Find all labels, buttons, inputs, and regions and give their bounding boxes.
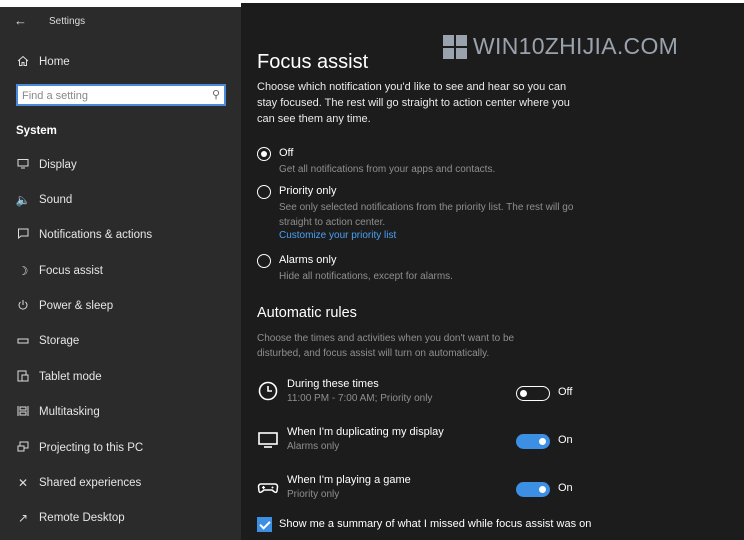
rule-sub: Priority only — [287, 489, 340, 500]
watermark: WIN10ZHIJIA.COM — [443, 33, 678, 60]
page-title: Focus assist — [257, 51, 369, 73]
sidebar-item-label: Projecting to this PC — [39, 442, 144, 454]
playing-game-toggle[interactable] — [516, 482, 550, 497]
toggle-state-label: On — [558, 482, 573, 494]
sidebar-item-label: Home — [39, 56, 70, 68]
option-alarms-description: Hide all notifications, except for alarm… — [279, 271, 453, 282]
toggle-state-label: Off — [558, 386, 573, 398]
customize-priority-link[interactable]: Customize your priority list — [279, 230, 396, 241]
speaker-icon: 🔈 — [15, 193, 31, 207]
search-box: ⚲ — [16, 84, 226, 106]
gamepad-icon — [257, 476, 279, 498]
sidebar-item-storage[interactable]: Storage — [0, 326, 241, 356]
sidebar-item-label: Storage — [39, 335, 80, 347]
storage-icon — [15, 334, 31, 348]
duplicating-display-toggle[interactable] — [516, 434, 550, 449]
sidebar-item-label: Multitasking — [39, 406, 100, 418]
sidebar-item-tablet-mode[interactable]: Tablet mode — [0, 362, 241, 392]
rule-duplicating-display[interactable]: When I'm duplicating my display Alarms o… — [257, 426, 597, 462]
rule-playing-game[interactable]: When I'm playing a game Priority only On — [257, 474, 597, 510]
summary-checkbox[interactable] — [257, 517, 272, 532]
sidebar-item-multitasking[interactable]: Multitasking — [0, 397, 241, 427]
summary-checkbox-label: Show me a summary of what I missed while… — [279, 518, 592, 530]
option-priority-label: Priority only — [279, 185, 337, 197]
window-title: Settings — [49, 16, 86, 27]
sidebar-item-focus-assist[interactable]: ☽ Focus assist — [0, 256, 241, 286]
sidebar-item-label: Display — [39, 159, 77, 171]
sidebar-item-label: Shared experiences — [39, 477, 142, 489]
rule-sub: 11:00 PM - 7:00 AM; Priority only — [287, 393, 433, 404]
tablet-icon — [15, 370, 31, 385]
sidebar: ← Settings Home ⚲ System Display 🔈 Sound… — [0, 7, 241, 540]
automatic-rules-description: Choose the times and activities when you… — [257, 333, 515, 359]
notification-icon — [15, 228, 31, 242]
sidebar-item-label: Sound — [39, 194, 73, 206]
rule-label: When I'm playing a game — [287, 474, 411, 486]
power-icon — [15, 299, 31, 314]
rule-label: During these times — [287, 378, 379, 390]
remote-icon: ↗ — [17, 511, 29, 525]
automatic-rules-title: Automatic rules — [257, 305, 357, 321]
sidebar-item-label: Focus assist — [39, 265, 103, 277]
option-off-description: Get all notifications from your apps and… — [279, 164, 496, 175]
option-alarms-label: Alarms only — [279, 254, 337, 266]
section-label-system: System — [16, 125, 57, 137]
display-icon — [257, 428, 279, 450]
sidebar-item-notifications[interactable]: Notifications & actions — [0, 220, 241, 250]
sidebar-item-label: Tablet mode — [39, 371, 102, 383]
window-top-edge — [0, 0, 744, 7]
sidebar-item-sound[interactable]: 🔈 Sound — [0, 185, 241, 215]
sidebar-item-projecting[interactable]: Projecting to this PC — [0, 433, 241, 463]
sidebar-item-shared-experiences[interactable]: ✕ Shared experiences — [0, 468, 241, 498]
sidebar-item-display[interactable]: Display — [0, 150, 241, 180]
rule-during-times[interactable]: During these times 11:00 PM - 7:00 AM; P… — [257, 378, 597, 414]
toggle-state-label: On — [558, 434, 573, 446]
radio-alarms-only[interactable] — [257, 254, 271, 268]
sidebar-item-label: Notifications & actions — [39, 229, 153, 241]
clock-icon — [257, 380, 279, 402]
radio-off[interactable] — [257, 147, 271, 161]
search-input[interactable] — [18, 87, 202, 105]
shared-icon: ✕ — [17, 476, 29, 490]
moon-icon: ☽ — [17, 264, 29, 278]
rule-sub: Alarms only — [287, 441, 340, 452]
watermark-text: WIN10ZHIJIA.COM — [473, 33, 679, 59]
page-description: Choose which notification you'd like to … — [257, 81, 570, 125]
main-content: WIN10ZHIJIA.COM Focus assist Choose whic… — [241, 7, 744, 540]
windows-logo-icon — [443, 34, 467, 59]
monitor-icon — [15, 158, 31, 172]
title-bar: ← Settings — [0, 7, 241, 37]
sidebar-item-home[interactable]: Home — [0, 47, 241, 77]
sidebar-item-power-sleep[interactable]: Power & sleep — [0, 291, 241, 321]
option-off-label: Off — [279, 147, 294, 159]
projector-icon — [15, 441, 31, 456]
back-arrow-icon[interactable]: ← — [14, 13, 27, 28]
search-icon[interactable]: ⚲ — [212, 88, 220, 101]
sidebar-item-label: Remote Desktop — [39, 512, 125, 524]
rule-label: When I'm duplicating my display — [287, 426, 444, 438]
option-priority-description: See only selected notifications from the… — [279, 202, 574, 228]
radio-priority-only[interactable] — [257, 185, 271, 199]
sidebar-item-remote-desktop[interactable]: ↗ Remote Desktop — [0, 503, 241, 533]
home-icon — [15, 55, 31, 70]
sidebar-item-label: Power & sleep — [39, 300, 114, 312]
multitasking-icon — [15, 405, 31, 420]
during-times-toggle[interactable] — [516, 386, 550, 401]
